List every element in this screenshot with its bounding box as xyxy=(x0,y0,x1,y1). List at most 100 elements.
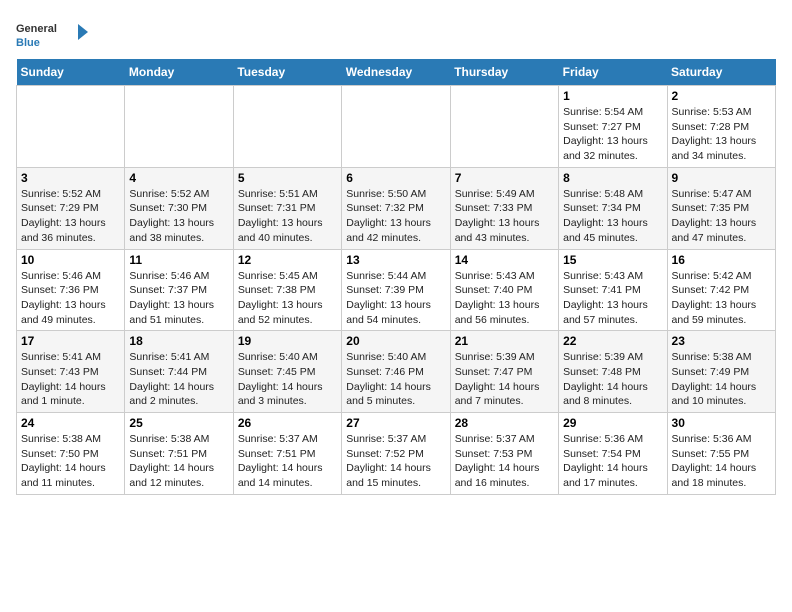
calendar-cell: 10 Sunrise: 5:46 AMSunset: 7:36 PMDaylig… xyxy=(17,249,125,331)
day-number: 4 xyxy=(129,171,228,185)
calendar-cell xyxy=(125,86,233,168)
calendar-cell: 8 Sunrise: 5:48 AMSunset: 7:34 PMDayligh… xyxy=(559,167,667,249)
calendar-cell: 29 Sunrise: 5:36 AMSunset: 7:54 PMDaylig… xyxy=(559,413,667,495)
day-info: Sunrise: 5:39 AMSunset: 7:47 PMDaylight:… xyxy=(455,350,554,409)
calendar-cell: 2 Sunrise: 5:53 AMSunset: 7:28 PMDayligh… xyxy=(667,86,775,168)
calendar-cell: 26 Sunrise: 5:37 AMSunset: 7:51 PMDaylig… xyxy=(233,413,341,495)
calendar-cell: 18 Sunrise: 5:41 AMSunset: 7:44 PMDaylig… xyxy=(125,331,233,413)
header-day-thursday: Thursday xyxy=(450,59,558,86)
calendar-cell xyxy=(233,86,341,168)
day-number: 20 xyxy=(346,334,445,348)
header-day-tuesday: Tuesday xyxy=(233,59,341,86)
logo-icon: General Blue xyxy=(16,16,91,51)
day-number: 25 xyxy=(129,416,228,430)
day-number: 19 xyxy=(238,334,337,348)
day-info: Sunrise: 5:46 AMSunset: 7:37 PMDaylight:… xyxy=(129,269,228,328)
day-info: Sunrise: 5:52 AMSunset: 7:29 PMDaylight:… xyxy=(21,187,120,246)
day-info: Sunrise: 5:52 AMSunset: 7:30 PMDaylight:… xyxy=(129,187,228,246)
day-info: Sunrise: 5:37 AMSunset: 7:51 PMDaylight:… xyxy=(238,432,337,491)
calendar-cell: 3 Sunrise: 5:52 AMSunset: 7:29 PMDayligh… xyxy=(17,167,125,249)
day-number: 6 xyxy=(346,171,445,185)
day-number: 14 xyxy=(455,253,554,267)
day-number: 26 xyxy=(238,416,337,430)
day-info: Sunrise: 5:53 AMSunset: 7:28 PMDaylight:… xyxy=(672,105,771,164)
calendar-cell: 7 Sunrise: 5:49 AMSunset: 7:33 PMDayligh… xyxy=(450,167,558,249)
calendar-week-row: 10 Sunrise: 5:46 AMSunset: 7:36 PMDaylig… xyxy=(17,249,776,331)
svg-text:General: General xyxy=(16,23,57,35)
day-info: Sunrise: 5:41 AMSunset: 7:43 PMDaylight:… xyxy=(21,350,120,409)
day-info: Sunrise: 5:50 AMSunset: 7:32 PMDaylight:… xyxy=(346,187,445,246)
logo: General Blue xyxy=(16,16,91,51)
calendar-week-row: 24 Sunrise: 5:38 AMSunset: 7:50 PMDaylig… xyxy=(17,413,776,495)
page-header: General Blue xyxy=(16,16,776,51)
header-day-friday: Friday xyxy=(559,59,667,86)
calendar-cell: 6 Sunrise: 5:50 AMSunset: 7:32 PMDayligh… xyxy=(342,167,450,249)
day-info: Sunrise: 5:39 AMSunset: 7:48 PMDaylight:… xyxy=(563,350,662,409)
calendar-cell: 17 Sunrise: 5:41 AMSunset: 7:43 PMDaylig… xyxy=(17,331,125,413)
calendar-cell: 25 Sunrise: 5:38 AMSunset: 7:51 PMDaylig… xyxy=(125,413,233,495)
calendar-cell: 28 Sunrise: 5:37 AMSunset: 7:53 PMDaylig… xyxy=(450,413,558,495)
header-day-wednesday: Wednesday xyxy=(342,59,450,86)
day-info: Sunrise: 5:54 AMSunset: 7:27 PMDaylight:… xyxy=(563,105,662,164)
day-info: Sunrise: 5:40 AMSunset: 7:46 PMDaylight:… xyxy=(346,350,445,409)
calendar-cell: 21 Sunrise: 5:39 AMSunset: 7:47 PMDaylig… xyxy=(450,331,558,413)
calendar-cell: 12 Sunrise: 5:45 AMSunset: 7:38 PMDaylig… xyxy=(233,249,341,331)
calendar-cell: 20 Sunrise: 5:40 AMSunset: 7:46 PMDaylig… xyxy=(342,331,450,413)
calendar-cell xyxy=(342,86,450,168)
day-info: Sunrise: 5:48 AMSunset: 7:34 PMDaylight:… xyxy=(563,187,662,246)
day-number: 10 xyxy=(21,253,120,267)
calendar-week-row: 17 Sunrise: 5:41 AMSunset: 7:43 PMDaylig… xyxy=(17,331,776,413)
calendar-cell: 9 Sunrise: 5:47 AMSunset: 7:35 PMDayligh… xyxy=(667,167,775,249)
calendar-week-row: 1 Sunrise: 5:54 AMSunset: 7:27 PMDayligh… xyxy=(17,86,776,168)
calendar-cell xyxy=(17,86,125,168)
day-number: 27 xyxy=(346,416,445,430)
calendar-cell: 30 Sunrise: 5:36 AMSunset: 7:55 PMDaylig… xyxy=(667,413,775,495)
day-info: Sunrise: 5:37 AMSunset: 7:52 PMDaylight:… xyxy=(346,432,445,491)
day-info: Sunrise: 5:43 AMSunset: 7:41 PMDaylight:… xyxy=(563,269,662,328)
day-number: 28 xyxy=(455,416,554,430)
calendar-header-row: SundayMondayTuesdayWednesdayThursdayFrid… xyxy=(17,59,776,86)
calendar-cell: 27 Sunrise: 5:37 AMSunset: 7:52 PMDaylig… xyxy=(342,413,450,495)
day-number: 17 xyxy=(21,334,120,348)
day-number: 1 xyxy=(563,89,662,103)
day-info: Sunrise: 5:42 AMSunset: 7:42 PMDaylight:… xyxy=(672,269,771,328)
day-info: Sunrise: 5:38 AMSunset: 7:49 PMDaylight:… xyxy=(672,350,771,409)
day-info: Sunrise: 5:37 AMSunset: 7:53 PMDaylight:… xyxy=(455,432,554,491)
calendar-cell: 15 Sunrise: 5:43 AMSunset: 7:41 PMDaylig… xyxy=(559,249,667,331)
day-info: Sunrise: 5:46 AMSunset: 7:36 PMDaylight:… xyxy=(21,269,120,328)
day-number: 18 xyxy=(129,334,228,348)
header-day-saturday: Saturday xyxy=(667,59,775,86)
day-info: Sunrise: 5:41 AMSunset: 7:44 PMDaylight:… xyxy=(129,350,228,409)
calendar-cell: 23 Sunrise: 5:38 AMSunset: 7:49 PMDaylig… xyxy=(667,331,775,413)
header-day-sunday: Sunday xyxy=(17,59,125,86)
day-info: Sunrise: 5:36 AMSunset: 7:54 PMDaylight:… xyxy=(563,432,662,491)
day-info: Sunrise: 5:49 AMSunset: 7:33 PMDaylight:… xyxy=(455,187,554,246)
calendar-cell: 19 Sunrise: 5:40 AMSunset: 7:45 PMDaylig… xyxy=(233,331,341,413)
day-number: 30 xyxy=(672,416,771,430)
day-info: Sunrise: 5:38 AMSunset: 7:51 PMDaylight:… xyxy=(129,432,228,491)
day-info: Sunrise: 5:43 AMSunset: 7:40 PMDaylight:… xyxy=(455,269,554,328)
day-info: Sunrise: 5:40 AMSunset: 7:45 PMDaylight:… xyxy=(238,350,337,409)
calendar-table: SundayMondayTuesdayWednesdayThursdayFrid… xyxy=(16,59,776,495)
calendar-cell: 1 Sunrise: 5:54 AMSunset: 7:27 PMDayligh… xyxy=(559,86,667,168)
calendar-cell: 11 Sunrise: 5:46 AMSunset: 7:37 PMDaylig… xyxy=(125,249,233,331)
day-number: 2 xyxy=(672,89,771,103)
day-number: 8 xyxy=(563,171,662,185)
day-number: 21 xyxy=(455,334,554,348)
day-number: 15 xyxy=(563,253,662,267)
calendar-cell: 13 Sunrise: 5:44 AMSunset: 7:39 PMDaylig… xyxy=(342,249,450,331)
day-info: Sunrise: 5:51 AMSunset: 7:31 PMDaylight:… xyxy=(238,187,337,246)
calendar-cell: 5 Sunrise: 5:51 AMSunset: 7:31 PMDayligh… xyxy=(233,167,341,249)
calendar-week-row: 3 Sunrise: 5:52 AMSunset: 7:29 PMDayligh… xyxy=(17,167,776,249)
day-number: 16 xyxy=(672,253,771,267)
day-number: 9 xyxy=(672,171,771,185)
day-number: 24 xyxy=(21,416,120,430)
calendar-cell: 14 Sunrise: 5:43 AMSunset: 7:40 PMDaylig… xyxy=(450,249,558,331)
calendar-cell: 4 Sunrise: 5:52 AMSunset: 7:30 PMDayligh… xyxy=(125,167,233,249)
day-info: Sunrise: 5:44 AMSunset: 7:39 PMDaylight:… xyxy=(346,269,445,328)
day-info: Sunrise: 5:36 AMSunset: 7:55 PMDaylight:… xyxy=(672,432,771,491)
day-number: 13 xyxy=(346,253,445,267)
day-info: Sunrise: 5:45 AMSunset: 7:38 PMDaylight:… xyxy=(238,269,337,328)
day-number: 7 xyxy=(455,171,554,185)
day-number: 12 xyxy=(238,253,337,267)
